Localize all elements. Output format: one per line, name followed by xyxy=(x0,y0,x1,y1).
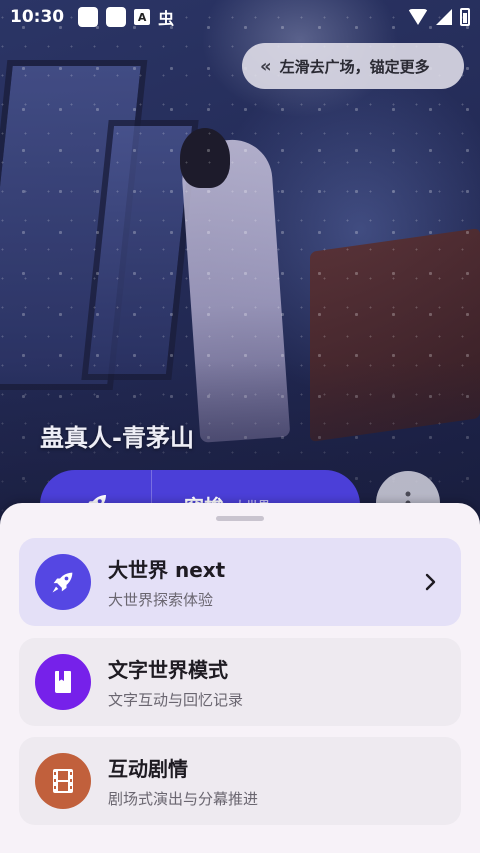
swipe-to-square-hint[interactable]: « 左滑去广场，锚定更多 xyxy=(242,43,464,89)
double-chevron-left-icon: « xyxy=(260,55,272,77)
film-icon xyxy=(53,769,73,793)
mode-icon-badge xyxy=(35,554,91,610)
bug-icon: 虫 xyxy=(158,9,175,28)
mode-option-text-world[interactable]: 文字世界模式 文字互动与回忆记录 xyxy=(19,638,461,726)
mode-option-big-world-next[interactable]: 大世界 next 大世界探索体验 xyxy=(19,538,461,626)
mode-option-interactive-story[interactable]: 互动剧情 剧场式演出与分幕推进 xyxy=(19,737,461,825)
swipe-hint-label: 左滑去广场，锚定更多 xyxy=(279,57,430,76)
character-title: 蛊真人-青茅山 xyxy=(40,424,194,452)
mode-option-text: 文字世界模式 文字互动与回忆记录 xyxy=(108,654,243,710)
status-bar: 10:30 A 虫 xyxy=(0,0,480,34)
status-time: 10:30 xyxy=(10,7,65,27)
mode-selection-sheet: 大世界 next 大世界探索体验 文字世界模式 文字互动与回忆记录 互动剧情 剧… xyxy=(0,503,480,853)
wifi-icon xyxy=(408,9,428,25)
chevron-right-icon xyxy=(425,573,437,591)
rocket-icon xyxy=(52,572,73,593)
keyboard-a-icon: A xyxy=(134,9,151,25)
mode-option-subtitle: 文字互动与回忆记录 xyxy=(108,691,244,709)
status-notifications: A 虫 xyxy=(78,5,174,29)
mode-option-title: 文字世界模式 xyxy=(108,658,228,682)
mode-option-title: 大世界 next xyxy=(108,558,226,582)
book-icon xyxy=(55,671,71,693)
mode-icon-badge xyxy=(35,753,91,809)
notification-square-icon xyxy=(106,7,127,27)
mode-icon-badge xyxy=(35,654,91,710)
mode-option-subtitle: 大世界探索体验 xyxy=(108,591,214,609)
mode-option-text: 大世界 next 大世界探索体验 xyxy=(108,554,225,610)
mode-option-title: 互动剧情 xyxy=(108,757,188,781)
mode-option-text: 互动剧情 剧场式演出与分幕推进 xyxy=(108,753,258,809)
sheet-drag-handle[interactable] xyxy=(216,516,264,521)
battery-icon xyxy=(460,8,470,26)
notification-square-icon xyxy=(78,7,99,27)
status-system-icons xyxy=(408,8,470,26)
mode-option-subtitle: 剧场式演出与分幕推进 xyxy=(108,790,259,808)
signal-icon xyxy=(436,9,452,25)
